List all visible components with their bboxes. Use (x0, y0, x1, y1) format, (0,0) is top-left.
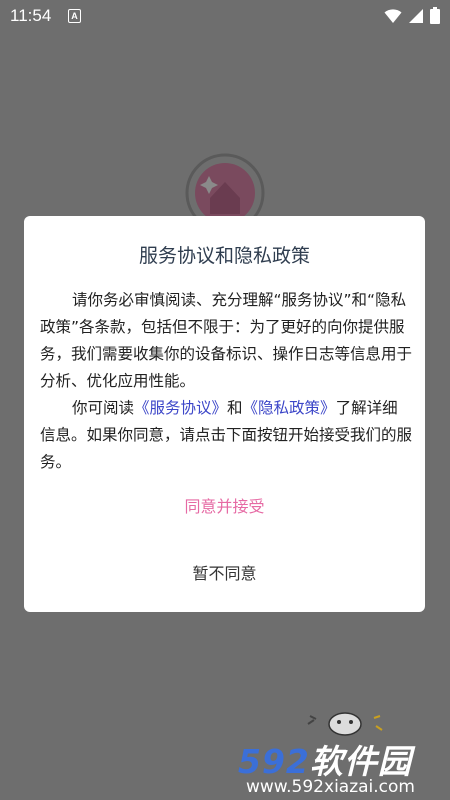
notification-a-icon: A (68, 9, 81, 23)
dialog-body: 请你务必审慎阅读、充分理解“服务协议”和“隐私政策”各条款，包括但不限于：为了更… (40, 287, 412, 476)
status-time: 11:54 (10, 6, 52, 25)
watermark-brand: 592软件园 (238, 735, 412, 783)
privacy-policy-link[interactable]: 《隐私政策》 (243, 399, 336, 417)
dialog-title: 服务协议和隐私政策 (138, 245, 310, 267)
agree-button[interactable]: 同意并接受 (24, 493, 425, 517)
privacy-dialog: 服务协议和隐私政策 请你务必审慎阅读、充分理解“服务协议”和“隐私政策”各条款，… (24, 216, 425, 612)
dialog-paragraph-2: 你可阅读《服务协议》和《隐私政策》了解详细信息。如果你同意，请点击下面按钮开始接… (40, 395, 412, 476)
wifi-icon (384, 8, 402, 23)
dialog-paragraph-1: 请你务必审慎阅读、充分理解“服务协议”和“隐私政策”各条款，包括但不限于：为了更… (40, 291, 413, 390)
para2-and: 和 (227, 399, 243, 417)
para2-prefix: 你可阅读 (72, 399, 135, 417)
status-bar: 11:54 A (0, 0, 450, 32)
battery-icon (430, 7, 440, 24)
service-agreement-link[interactable]: 《服务协议》 (134, 399, 227, 417)
game-controller-mascot-icon (307, 712, 383, 736)
site-watermark: 592软件园 www.592xiazai.com (228, 735, 450, 800)
status-icons (384, 7, 440, 24)
watermark-number: 592 (238, 742, 310, 781)
watermark-text: 软件园 (309, 742, 412, 781)
watermark-url: www.592xiazai.com (246, 777, 415, 797)
signal-icon (409, 8, 423, 23)
disagree-button[interactable]: 暂不同意 (24, 560, 425, 584)
